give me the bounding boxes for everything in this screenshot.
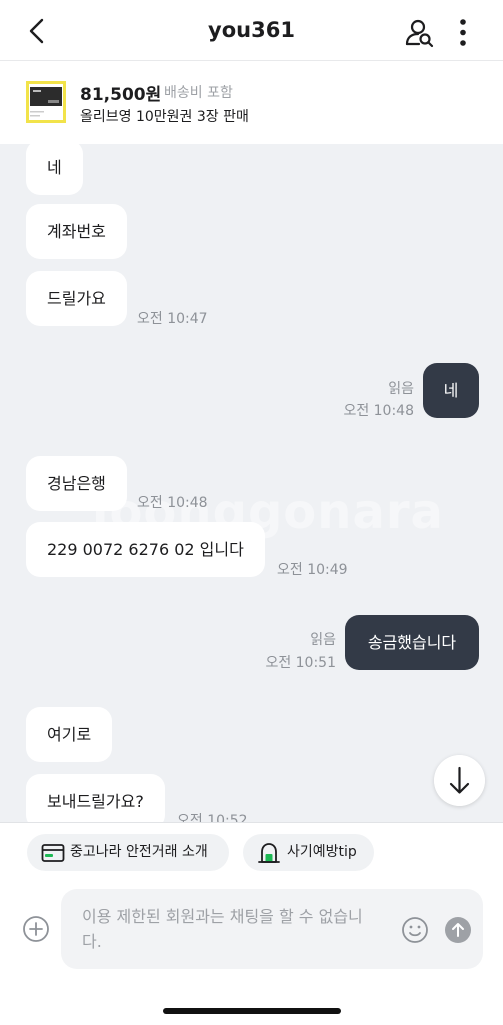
message-time: 오전 10:47	[137, 311, 208, 327]
received-message: 보내드릴가요?	[26, 774, 165, 822]
product-thumbnail	[26, 81, 66, 123]
message-time: 오전 10:48	[343, 403, 414, 419]
read-receipt: 읽음	[310, 632, 336, 648]
message-time: 오전 10:51	[265, 655, 336, 671]
received-message: 경남은행	[26, 456, 127, 511]
scroll-down-button[interactable]	[434, 755, 485, 806]
received-message: 드릴가요	[26, 271, 127, 326]
read-receipt: 읽음	[388, 381, 414, 397]
lock-icon	[258, 843, 280, 863]
sent-message: 네	[423, 363, 479, 418]
emoji-icon[interactable]	[401, 916, 429, 944]
message-input-placeholder: 이용 제한된 회원과는 채팅을 할 수 없습니다.	[82, 907, 363, 951]
send-arrow-icon[interactable]	[445, 917, 471, 943]
card-icon	[41, 844, 65, 862]
sent-message: 송금했습니다	[345, 615, 479, 670]
product-info-bar[interactable]	[0, 61, 503, 144]
home-indicator	[163, 1008, 341, 1014]
safe-trade-intro-label: 중고나라 안전거래 소개	[70, 844, 208, 860]
received-message: 229 0072 6276 02 입니다	[26, 522, 265, 577]
message-time: 오전 10:48	[137, 495, 208, 511]
fraud-tip-label: 사기예방tip	[287, 844, 357, 860]
safe-trade-intro-chip[interactable]: 중고나라 안전거래 소개	[27, 834, 229, 871]
more-menu-icon[interactable]	[452, 17, 474, 49]
message-list[interactable]: joonggonara 네 계좌번호 드릴가요 오전 10:47 네 읽음 오전…	[0, 144, 503, 822]
message-time: 오전 10:52	[177, 813, 248, 822]
fraud-tip-chip[interactable]: 사기예방tip	[243, 834, 374, 871]
attach-plus-icon[interactable]	[22, 915, 50, 943]
shipping-note: 배송비 포함	[164, 85, 233, 101]
received-message: 계좌번호	[26, 204, 127, 259]
message-time: 오전 10:49	[277, 562, 348, 578]
received-message: 네	[26, 144, 83, 195]
product-price: 81,500원	[80, 85, 162, 105]
product-name: 올리브영 10만원권 3장 판매	[80, 109, 249, 125]
user-search-icon[interactable]	[404, 17, 436, 49]
received-message: 여기로	[26, 707, 113, 762]
